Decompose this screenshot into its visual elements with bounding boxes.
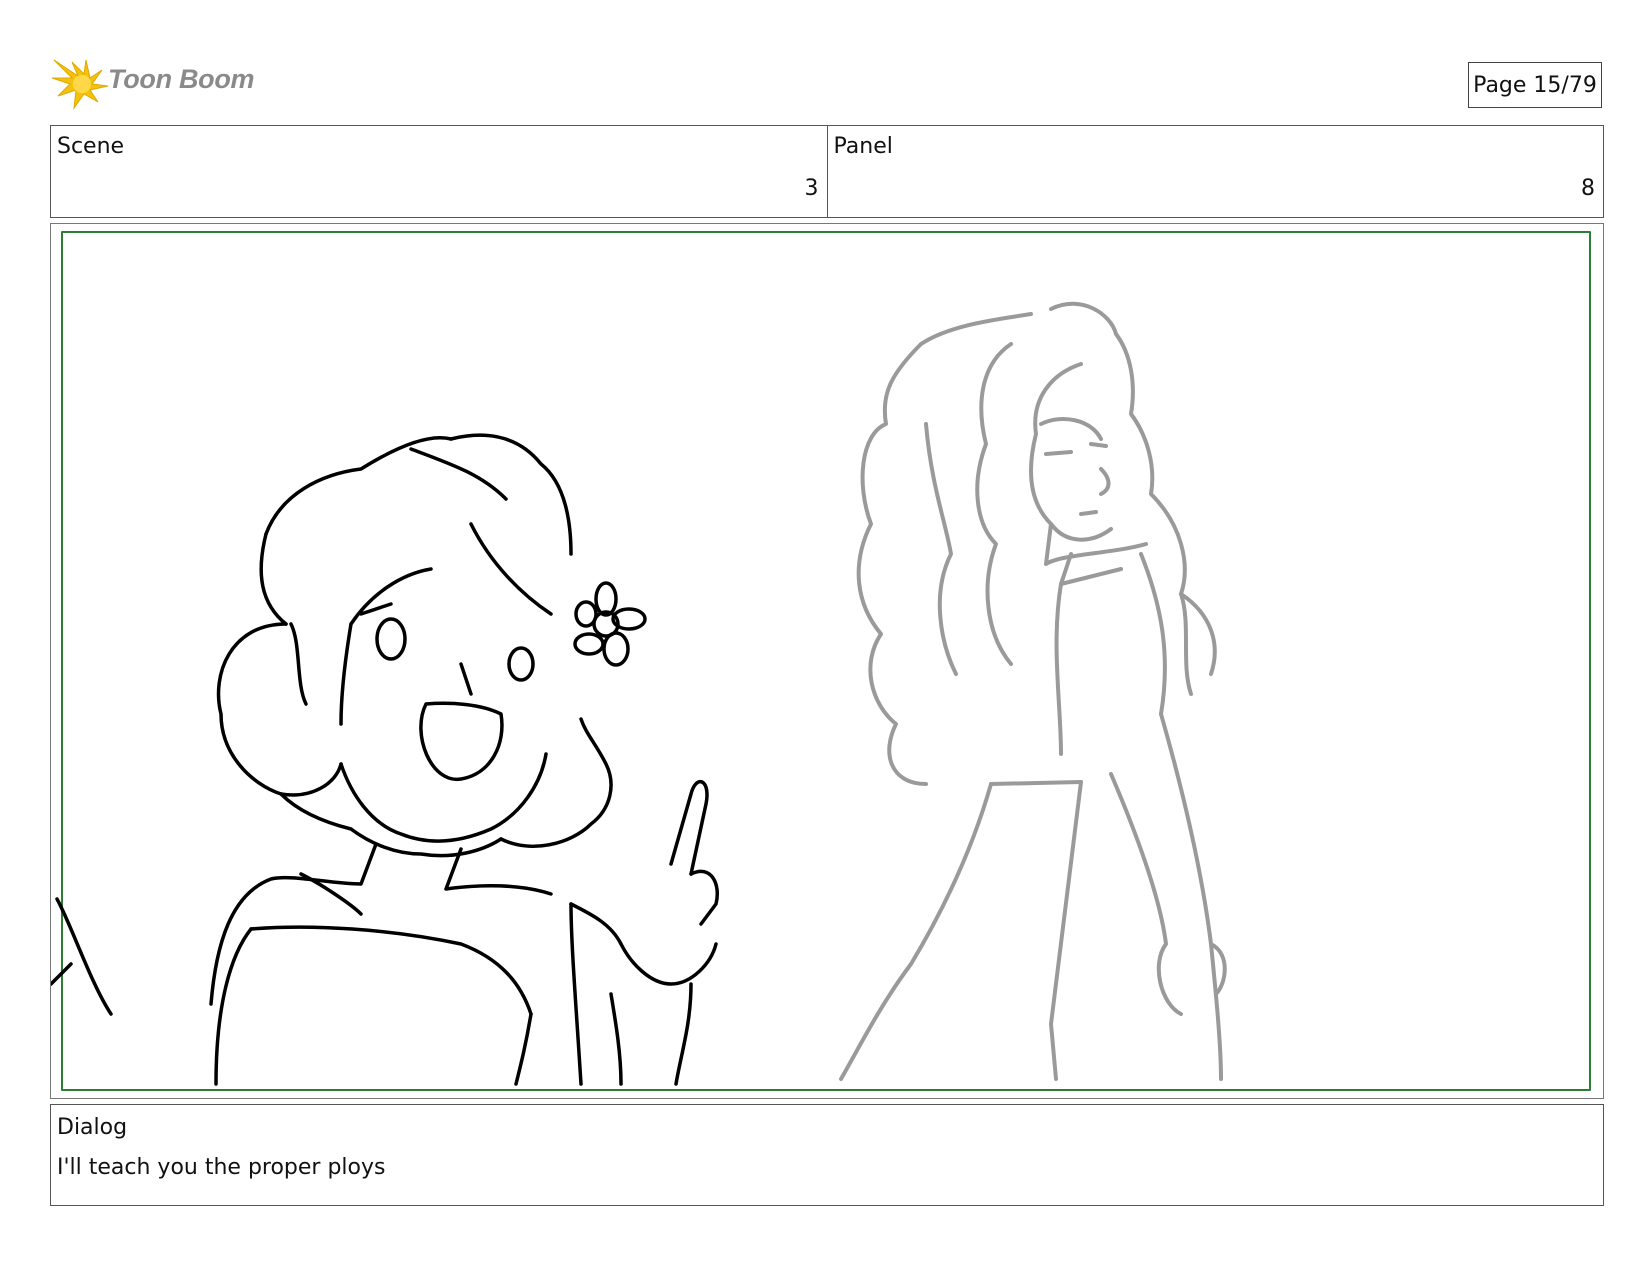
logo-star-icon xyxy=(52,59,109,110)
panel-cell: Panel 8 xyxy=(826,126,1604,217)
scene-cell: Scene 3 xyxy=(51,126,827,217)
toon-boom-logo: Toon Boom xyxy=(52,56,262,112)
panel-value: 8 xyxy=(1581,176,1595,201)
logo-text: Toon Boom xyxy=(108,64,255,94)
panel-label: Panel xyxy=(833,134,893,159)
dialog-box: Dialog I'll teach you the proper ploys xyxy=(50,1104,1604,1206)
scene-panel-row: Scene 3 Panel 8 xyxy=(50,125,1604,218)
safe-frame xyxy=(61,231,1591,1091)
storyboard-panel-image xyxy=(50,223,1604,1099)
foreground-character-sketch xyxy=(51,433,719,1086)
page-indicator: Page 15/79 xyxy=(1468,62,1602,108)
sketch-drawing xyxy=(51,231,1591,1091)
page-indicator-text: Page 15/79 xyxy=(1473,72,1597,98)
scene-label: Scene xyxy=(57,134,125,159)
dialog-label: Dialog xyxy=(57,1115,128,1140)
background-character-sketch xyxy=(839,301,1227,1081)
dialog-text: I'll teach you the proper ploys xyxy=(57,1155,386,1180)
scene-value: 3 xyxy=(804,176,819,201)
